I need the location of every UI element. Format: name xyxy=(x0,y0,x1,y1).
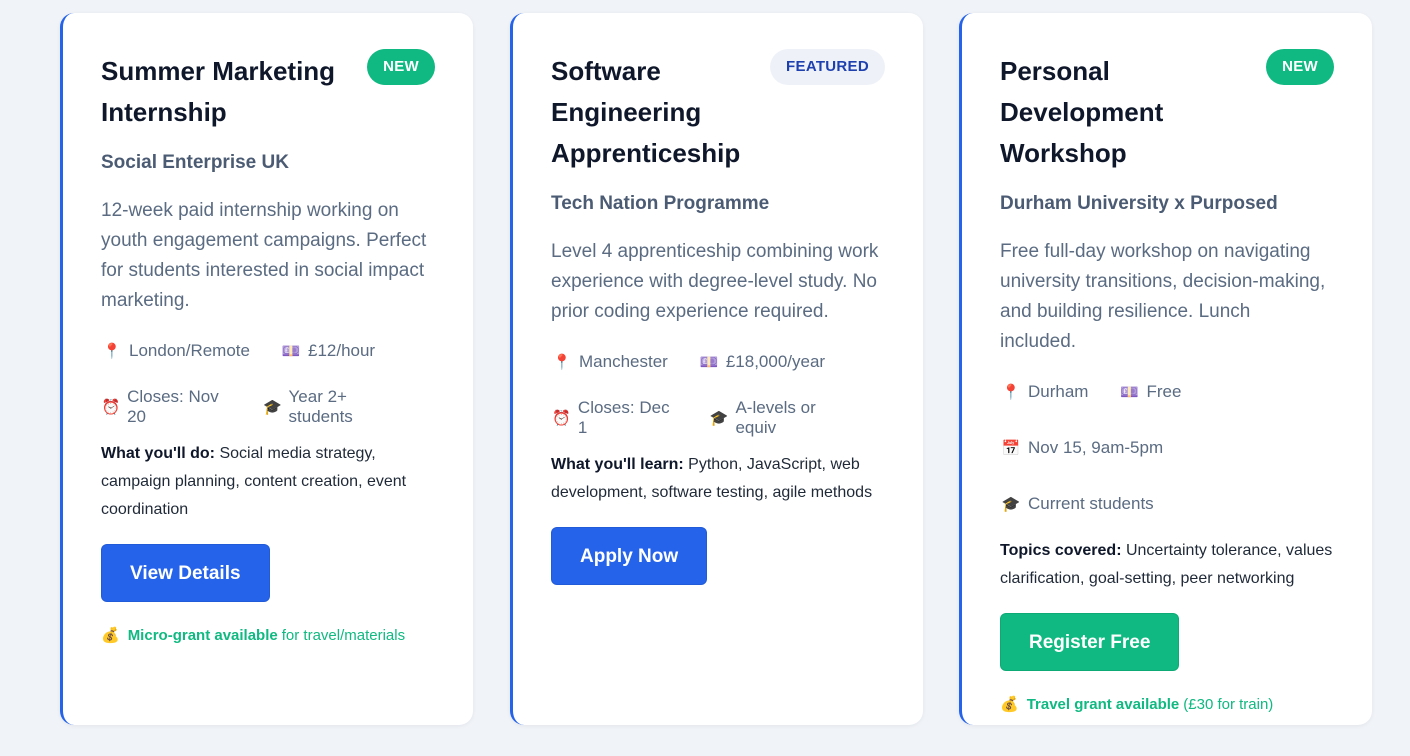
grant-text: (£30 for train) xyxy=(1183,695,1274,713)
pin-icon: 📍 xyxy=(102,343,122,360)
card-organization: Social Enterprise UK xyxy=(101,152,289,173)
meta-row: ⏰ Closes: Dec 1 🎓 A-levels or equiv xyxy=(551,398,885,437)
location-text: Manchester xyxy=(579,352,668,371)
details-label: What you'll learn: xyxy=(551,456,684,473)
grant-note: 💰 Micro-grant available for travel/mater… xyxy=(101,626,435,645)
pay-text: Free xyxy=(1146,382,1182,401)
card-title: Personal Development Workshop xyxy=(1000,56,1164,168)
new-badge: NEW xyxy=(367,49,435,85)
pay-text: £18,000/year xyxy=(725,352,826,371)
eligibility-meta: 🎓 A-levels or equiv xyxy=(709,398,855,438)
location-meta: 📍 Manchester xyxy=(551,352,668,372)
meta-row: ⏰ Closes: Nov 20 🎓 Year 2+ students xyxy=(101,387,435,426)
meta-row: 📍 Durham 💷 Free xyxy=(1000,379,1334,405)
location-text: London/Remote xyxy=(129,341,250,360)
meta-row: 📍 Manchester 💷 £18,000/year xyxy=(551,349,885,375)
card-description: Level 4 apprenticeship combining work ex… xyxy=(551,241,879,322)
meta-row: 🎓 Current students xyxy=(1000,491,1334,517)
graduation-cap-icon: 🎓 xyxy=(263,399,282,416)
pay-meta: 💷 £12/hour xyxy=(280,341,375,361)
pay-text: £12/hour xyxy=(307,341,376,360)
eligibility-meta: 🎓 Year 2+ students xyxy=(262,387,405,427)
card-organization: Durham University x Purposed xyxy=(1000,193,1278,214)
grant-bold-text: Micro-grant available xyxy=(127,626,278,644)
opportunity-card-marketing-internship: NEW Summer Marketing Internship Social E… xyxy=(60,13,473,725)
opportunity-card-software-apprenticeship: FEATURED Software Engineering Apprentice… xyxy=(510,13,923,725)
calendar-icon: 📅 xyxy=(1001,440,1021,457)
location-text: Durham xyxy=(1028,382,1089,401)
register-free-button[interactable]: Register Free xyxy=(1000,613,1180,671)
eligibility-text: A-levels or equiv xyxy=(735,398,816,437)
alarm-clock-icon: ⏰ xyxy=(552,410,571,427)
new-badge: NEW xyxy=(1266,49,1334,85)
grant-note: 💰 Travel grant available (£30 for train) xyxy=(1000,695,1334,714)
view-details-button[interactable]: View Details xyxy=(101,544,270,602)
graduation-cap-icon: 🎓 xyxy=(709,410,729,427)
date-meta: 📅 Nov 15, 9am-5pm xyxy=(1000,438,1163,458)
alarm-clock-icon: ⏰ xyxy=(101,399,121,416)
eligibility-meta: 🎓 Current students xyxy=(1000,494,1154,514)
apply-now-button[interactable]: Apply Now xyxy=(551,527,708,585)
eligibility-text: Current students xyxy=(1028,494,1154,513)
details-label: Topics covered: xyxy=(1000,542,1122,559)
pin-icon: 📍 xyxy=(1001,384,1021,401)
featured-badge: FEATURED xyxy=(770,49,885,85)
card-details: What you'll do: Social media strategy, c… xyxy=(101,440,441,524)
meta-row: 📍 London/Remote 💷 £12/hour xyxy=(101,338,435,364)
location-meta: 📍 Durham xyxy=(1000,382,1089,402)
graduation-cap-icon: 🎓 xyxy=(1001,496,1021,513)
eligibility-text: Year 2+ students xyxy=(288,387,353,426)
card-description: 12-week paid internship working on youth… xyxy=(101,200,427,311)
pin-icon: 📍 xyxy=(552,354,572,371)
deadline-meta: ⏰ Closes: Dec 1 xyxy=(551,398,679,438)
deadline-text: Closes: Dec 1 xyxy=(577,398,670,437)
card-title: Summer Marketing Internship xyxy=(101,56,336,127)
money-bag-icon: 💰 xyxy=(101,627,120,644)
money-icon: 💷 xyxy=(1120,384,1139,401)
money-icon: 💷 xyxy=(281,343,301,360)
money-bag-icon: 💰 xyxy=(1000,696,1019,713)
deadline-meta: ⏰ Closes: Nov 20 xyxy=(101,387,232,427)
grant-text: for travel/materials xyxy=(281,626,406,644)
pay-meta: 💷 £18,000/year xyxy=(698,352,825,372)
card-organization: Tech Nation Programme xyxy=(551,193,770,214)
date-text: Nov 15, 9am-5pm xyxy=(1028,438,1164,457)
deadline-text: Closes: Nov 20 xyxy=(127,387,219,426)
opportunity-card-development-workshop: NEW Personal Development Workshop Durham… xyxy=(959,13,1372,725)
pay-meta: 💷 Free xyxy=(1118,382,1181,402)
card-description: Free full-day workshop on navigating uni… xyxy=(1000,241,1326,352)
grant-bold-text: Travel grant available xyxy=(1026,695,1180,713)
meta-row: 📅 Nov 15, 9am-5pm xyxy=(1000,435,1334,461)
card-details: Topics covered: Uncertainty tolerance, v… xyxy=(1000,537,1340,593)
details-label: What you'll do: xyxy=(101,445,216,462)
location-meta: 📍 London/Remote xyxy=(101,341,250,361)
card-details: What you'll learn: Python, JavaScript, w… xyxy=(551,451,891,507)
card-title: Software Engineering Apprenticeship xyxy=(551,56,741,168)
money-icon: 💷 xyxy=(699,354,719,371)
